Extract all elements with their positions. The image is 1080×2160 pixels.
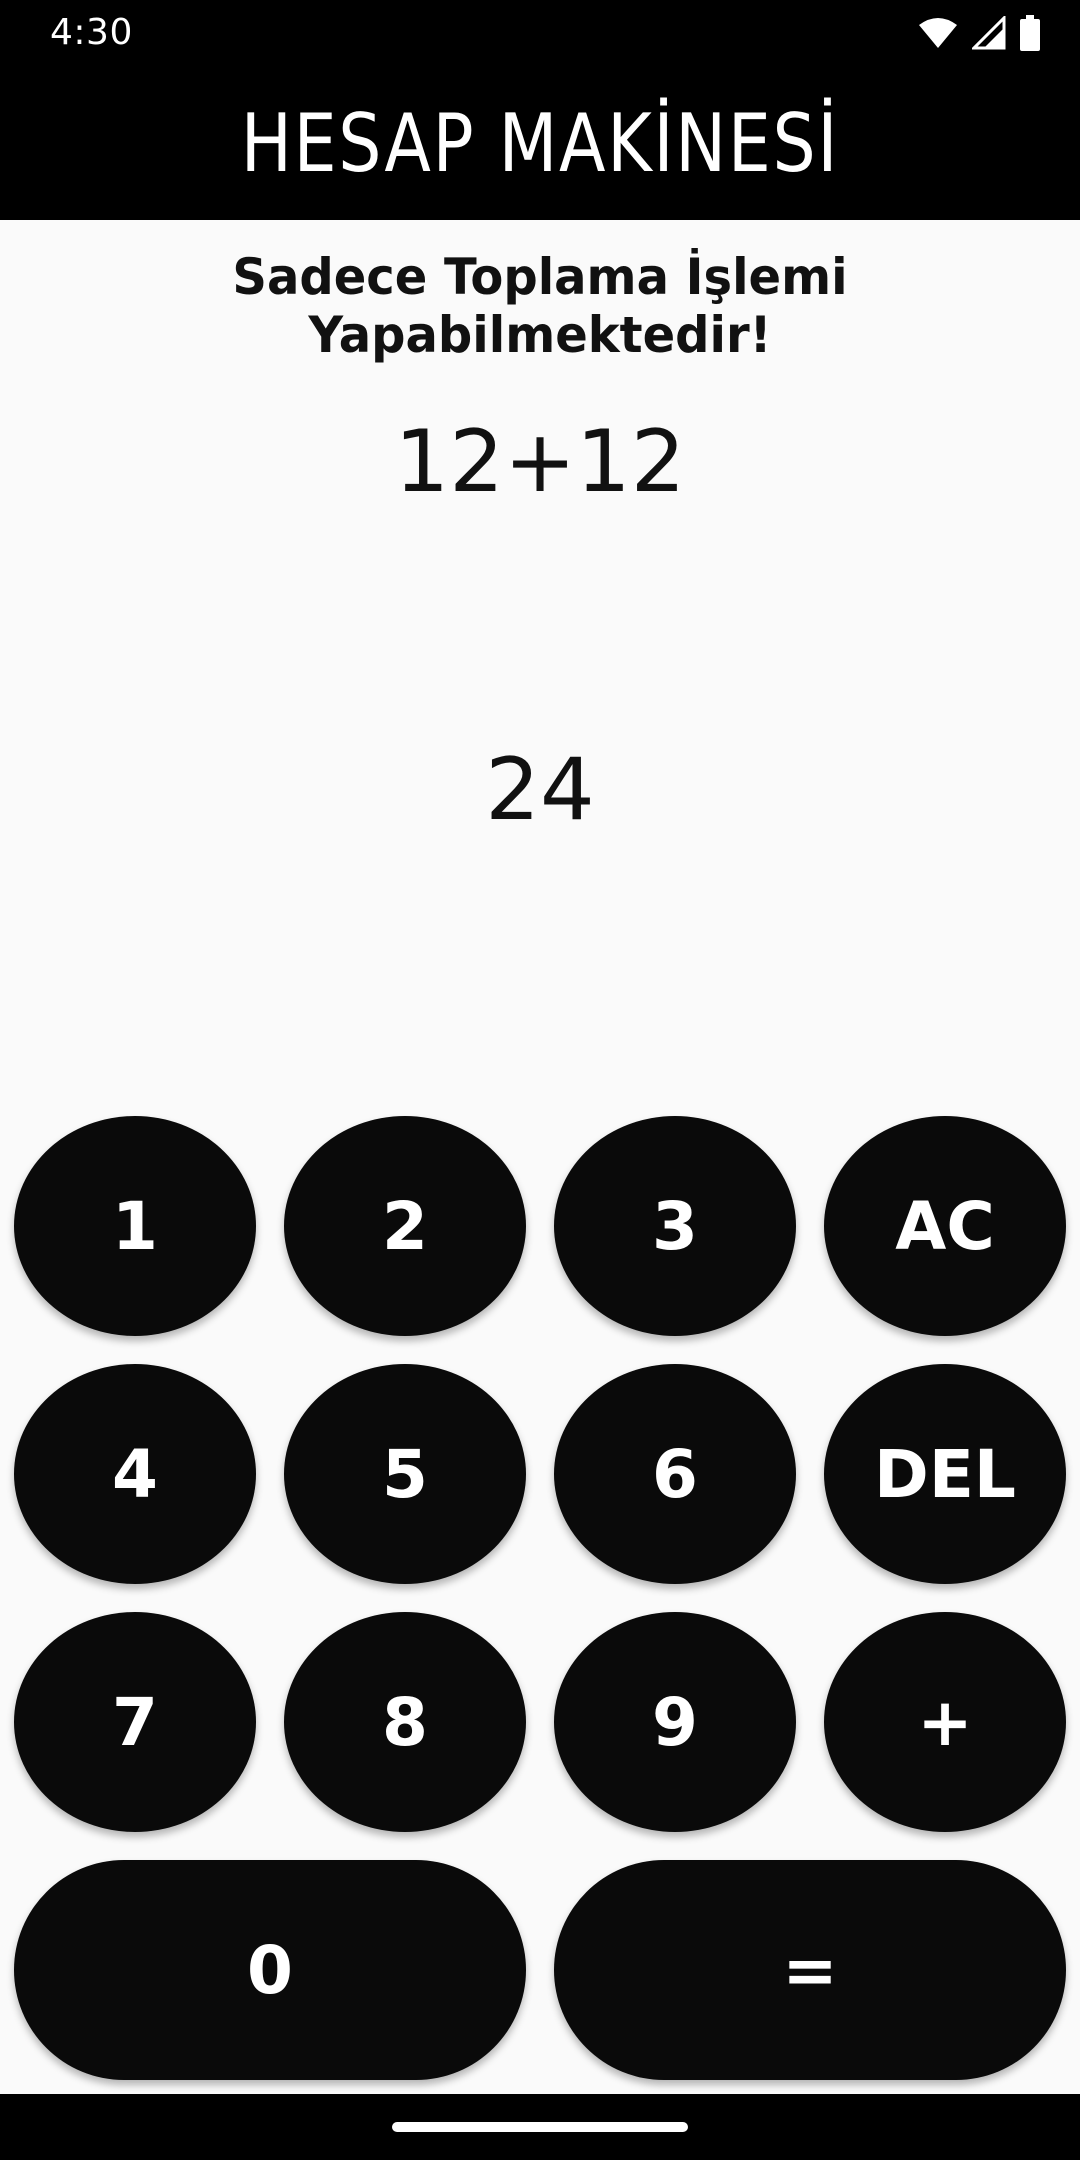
key-0-button[interactable]: 0 xyxy=(14,1860,526,2080)
equals-button[interactable]: = xyxy=(554,1860,1066,2080)
status-bar: 4:30 xyxy=(0,0,1080,66)
wifi-icon xyxy=(919,18,957,48)
result-display: 24 xyxy=(485,740,595,840)
key-5-button[interactable]: 5 xyxy=(284,1364,526,1584)
status-icons xyxy=(918,14,1040,52)
key-9-button[interactable]: 9 xyxy=(554,1612,796,1832)
subtitle-text: Sadece Toplama İşlemi Yapabilmektedir! xyxy=(232,248,848,364)
home-gesture-handle[interactable] xyxy=(392,2122,688,2132)
plus-button[interactable]: + xyxy=(824,1612,1066,1832)
delete-button[interactable]: DEL xyxy=(824,1364,1066,1584)
battery-icon xyxy=(1020,15,1040,51)
navigation-bar xyxy=(0,2094,1080,2160)
clear-all-button[interactable]: AC xyxy=(824,1116,1066,1336)
status-time: 4:30 xyxy=(50,12,133,53)
key-6-button[interactable]: 6 xyxy=(554,1364,796,1584)
app-title: HESAP MAKİNESİ xyxy=(240,96,840,190)
cell-signal-icon xyxy=(972,16,1006,50)
app-bar: HESAP MAKİNESİ xyxy=(0,66,1080,220)
key-4-button[interactable]: 4 xyxy=(14,1364,256,1584)
key-3-button[interactable]: 3 xyxy=(554,1116,796,1336)
key-7-button[interactable]: 7 xyxy=(14,1612,256,1832)
key-2-button[interactable]: 2 xyxy=(284,1116,526,1336)
key-1-button[interactable]: 1 xyxy=(14,1116,256,1336)
expression-display: 12+12 xyxy=(394,412,686,512)
key-8-button[interactable]: 8 xyxy=(284,1612,526,1832)
